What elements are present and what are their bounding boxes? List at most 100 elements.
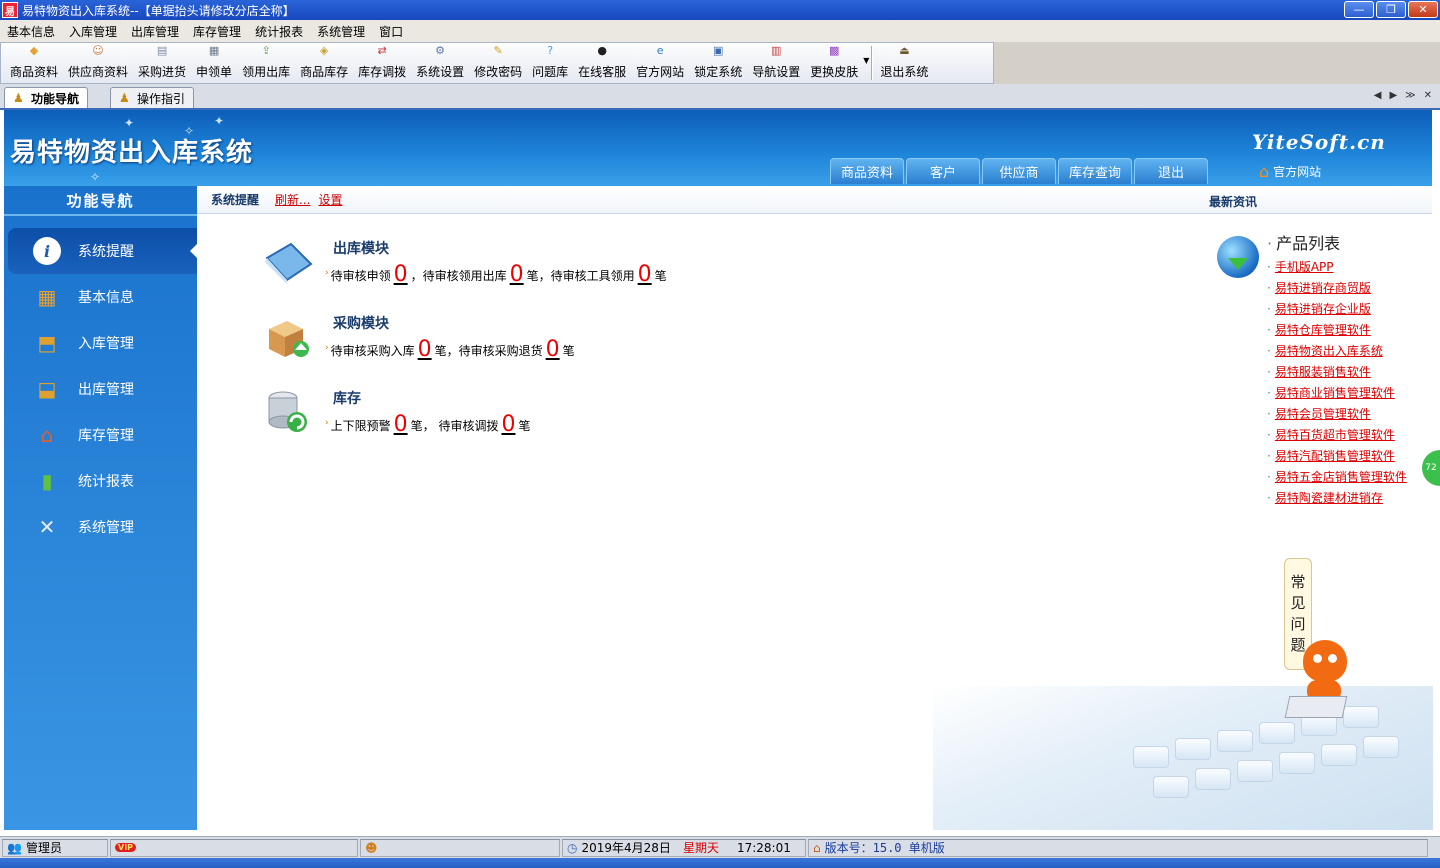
toolbar-button-label: 锁定系统 [694, 65, 743, 79]
tab-prev-icon[interactable]: ◀ [1374, 90, 1382, 101]
product-link[interactable]: 易特进销存商贸版 [1275, 281, 1371, 295]
product-link[interactable]: 易特服装销售软件 [1275, 365, 1371, 379]
toolbar-button-label: 商品库存 [300, 65, 349, 79]
sidebar-item-cubes[interactable]: ▦ 基本信息 [4, 274, 197, 320]
pending-count[interactable]: 0 [635, 264, 655, 286]
product-link[interactable]: 易特物资出入库系统 [1275, 344, 1383, 358]
toolbar-button-exit[interactable]: ⏏ 退出系统 [875, 43, 933, 83]
sidebar-item-bar-chart[interactable]: ▮ 统计报表 [4, 458, 197, 504]
settings-link[interactable]: 设置 [318, 191, 342, 208]
product-link-item: 易特商业销售管理软件 [1267, 383, 1427, 404]
question-icon: ? [547, 44, 554, 57]
toolbar-button-skin[interactable]: ▩ 更换皮肤 [805, 43, 863, 83]
toolbar-button-settings[interactable]: ⚙ 系统设置 [411, 43, 469, 83]
menu-basic-info[interactable]: 基本信息 [0, 23, 62, 40]
tab-close-icon[interactable]: ✕ [1424, 90, 1432, 101]
header-nav-goods[interactable]: 商品资料 [830, 158, 904, 184]
toolbar-button-stock[interactable]: ◈ 商品库存 [295, 43, 353, 83]
module-title[interactable]: 库存 [333, 388, 361, 408]
toolbar-button-goods[interactable]: ◆ 商品资料 [5, 43, 63, 83]
toolbar-button-outbound[interactable]: ⇪ 领用出库 [237, 43, 295, 83]
skin-dropdown-icon[interactable]: ▼ [863, 56, 869, 65]
header-nav-suppliers[interactable]: 供应商 [982, 158, 1056, 184]
official-site-label: 官方网站 [1273, 165, 1322, 179]
summary-text: 笔，待审核工具领用 [526, 269, 635, 283]
product-link[interactable]: 易特仓库管理软件 [1275, 323, 1371, 337]
house-icon: ⌂ [813, 840, 821, 855]
pending-count[interactable]: 0 [507, 264, 527, 286]
module-title[interactable]: 出库模块 [333, 238, 389, 258]
vip-badge: VIP [115, 843, 137, 852]
toolbar-button-question[interactable]: ? 问题库 [527, 43, 573, 83]
toolbar-button-supplier[interactable]: ☺ 供应商资料 [63, 43, 133, 83]
summary-text: 笔 [654, 269, 667, 283]
product-list-title: 产品列表 [1267, 230, 1427, 254]
status-user: 👥 管理员 [2, 838, 108, 857]
toolbar-button-label: 系统设置 [416, 65, 465, 79]
minimize-button[interactable]: — [1344, 1, 1374, 18]
toolbar-button-label: 问题库 [532, 65, 569, 79]
toolbar-button-transfer[interactable]: ⇄ 库存调拨 [353, 43, 411, 83]
toolbar-button-qq[interactable]: ● 在线客服 [573, 43, 631, 83]
menu-outbound[interactable]: 出库管理 [124, 23, 186, 40]
product-link[interactable]: 手机版APP [1275, 260, 1334, 274]
sidebar-item-info[interactable]: i 系统提醒 [8, 228, 197, 274]
header-nav-customers[interactable]: 客户 [906, 158, 980, 184]
sidebar-item-warehouse[interactable]: ⌂ 库存管理 [4, 412, 197, 458]
sidebar-item-outbound-box[interactable]: ⬓ 出库管理 [4, 366, 197, 412]
menu-reports[interactable]: 统计报表 [248, 23, 310, 40]
menu-inbound[interactable]: 入库管理 [62, 23, 124, 40]
toolbar-button-requisition[interactable]: ▦ 申领单 [191, 43, 237, 83]
toolbar-button-purchase[interactable]: ▤ 采购进货 [133, 43, 191, 83]
product-link[interactable]: 易特陶瓷建材进销存 [1275, 491, 1383, 505]
toolbar-button-password[interactable]: ✎ 修改密码 [469, 43, 527, 83]
product-link[interactable]: 易特五金店销售管理软件 [1275, 470, 1407, 484]
toolbar-button-nav-settings[interactable]: ▥ 导航设置 [747, 43, 805, 83]
header-nav-exit[interactable]: 退出 [1134, 158, 1208, 184]
summary-text: ，待审核领用出库 [410, 269, 507, 283]
content-toolbar: 系统提醒 刷新... 设置 最新资讯 [197, 186, 1432, 214]
sidebar-item-tools[interactable]: ✕ 系统管理 [4, 504, 197, 550]
menu-inventory[interactable]: 库存管理 [186, 23, 248, 40]
news-title: 最新资讯 [1209, 195, 1258, 209]
product-link[interactable]: 易特汽配销售管理软件 [1275, 449, 1395, 463]
exit-icon: ⏏ [899, 44, 910, 57]
close-button[interactable]: ✕ [1408, 1, 1438, 18]
maximize-button[interactable]: ❐ [1376, 1, 1406, 18]
status-user-name: 管理员 [25, 841, 62, 855]
stock-icon: ◈ [319, 44, 329, 57]
sidebar-title: 功能导航 [4, 186, 197, 216]
pending-count[interactable]: 0 [415, 339, 435, 361]
bullet-arrow-icon: › [325, 343, 329, 353]
summary-text: 待审核采购入库 [330, 344, 415, 358]
product-link[interactable]: 易特百货超市管理软件 [1275, 428, 1395, 442]
bar-chart-icon: ▮ [41, 469, 53, 493]
tab-list-icon[interactable]: ≫ [1405, 90, 1415, 101]
version-text: 版本号：15.0 单机版 [824, 841, 945, 855]
module-title[interactable]: 采购模块 [333, 313, 389, 333]
bullet-arrow-icon: › [325, 268, 329, 278]
lock-icon: ▣ [712, 44, 724, 57]
toolbar-button-lock[interactable]: ▣ 锁定系统 [689, 43, 747, 83]
menu-window[interactable]: 窗口 [372, 23, 410, 40]
pending-count[interactable]: 0 [391, 264, 411, 286]
pending-count[interactable]: 0 [498, 414, 518, 436]
product-link[interactable]: 易特会员管理软件 [1275, 407, 1371, 421]
product-link[interactable]: 易特进销存企业版 [1275, 302, 1371, 316]
support-mascot-icon[interactable] [1284, 636, 1351, 720]
window-title: 易特物资出入库系统--【单据抬头请修改分店全称】 [22, 3, 295, 18]
toolbar-button-ie[interactable]: e 官方网站 [631, 43, 689, 83]
menu-system[interactable]: 系统管理 [310, 23, 372, 40]
official-site-link[interactable]: ⌂ 官方网站 [1259, 162, 1321, 181]
tab-function-nav[interactable]: ♟ 功能导航 [4, 87, 89, 108]
product-link[interactable]: 易特商业销售管理软件 [1275, 386, 1395, 400]
tab-next-icon[interactable]: ▶ [1389, 90, 1397, 101]
sidebar-item-inbound-box[interactable]: ⬒ 入库管理 [4, 320, 197, 366]
pending-count[interactable]: 0 [543, 339, 563, 361]
pending-count[interactable]: 0 [391, 414, 411, 436]
header-nav-stock-query[interactable]: 库存查询 [1058, 158, 1132, 184]
brand-logo: YiteSoft.cn [1252, 130, 1386, 154]
toolbar-button-label: 申领单 [196, 65, 233, 79]
refresh-link[interactable]: 刷新... [275, 191, 310, 208]
tab-operation-guide[interactable]: ♟ 操作指引 [110, 87, 195, 108]
